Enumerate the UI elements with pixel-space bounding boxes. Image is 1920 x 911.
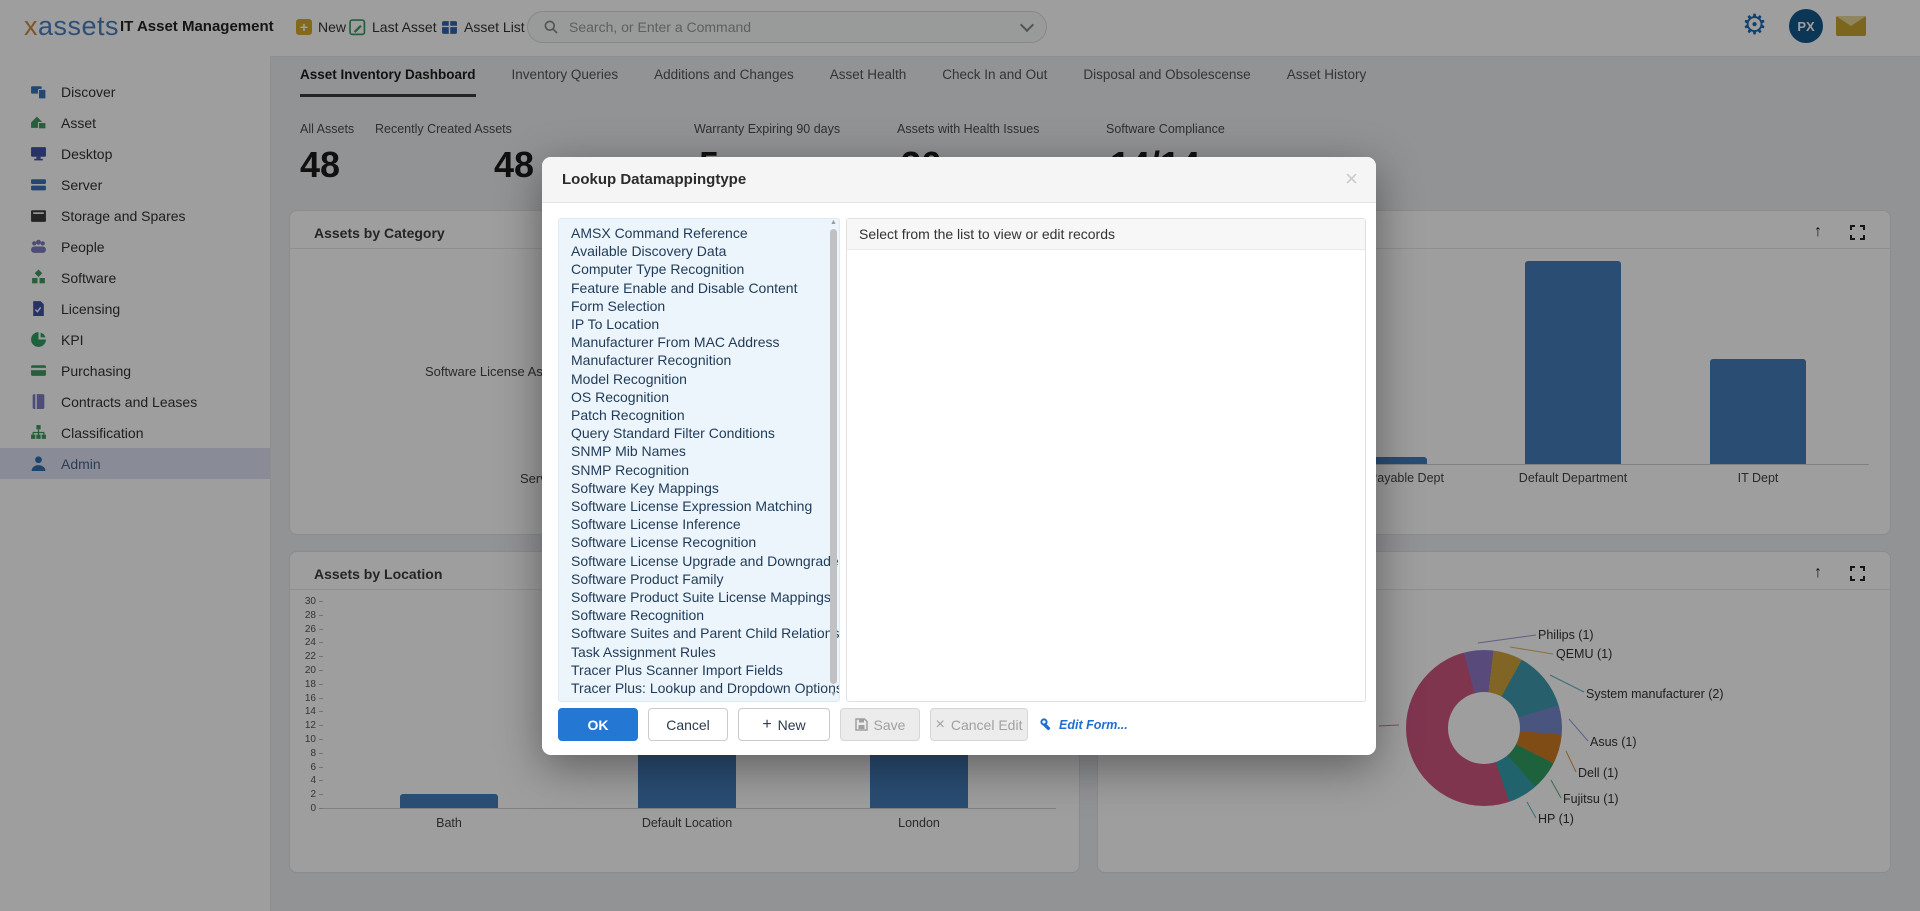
ok-button[interactable]: OK (558, 708, 638, 741)
datamapping-list-item[interactable]: Manufacturer From MAC Address (571, 333, 839, 351)
dialog-title: Lookup Datamappingtype (562, 171, 746, 188)
datamapping-list-item[interactable]: Tracer Plus Scanner Import Fields (571, 661, 839, 679)
datamapping-list-item[interactable]: Form Selection (571, 297, 839, 315)
datamapping-list-item[interactable]: Query Standard Filter Conditions (571, 424, 839, 442)
edit-form-link[interactable]: Edit Form... (1040, 708, 1150, 741)
app-root: xassets IT Asset Management + New Last A… (0, 0, 1920, 911)
datamapping-list-item[interactable]: Computer Type Recognition (571, 260, 839, 278)
datamapping-list-item[interactable]: Patch Recognition (571, 406, 839, 424)
save-icon (855, 718, 868, 731)
datamapping-list-item[interactable]: Tracer Plus: Lookup and Dropdown Options… (571, 679, 839, 697)
save-button[interactable]: Save (840, 708, 920, 741)
datamapping-list-item[interactable]: Tracer Plus: Scanner Import Files (571, 697, 839, 702)
plus-icon: + (762, 716, 771, 734)
datamapping-list-item[interactable]: IP To Location (571, 315, 839, 333)
edit-form-label: Edit Form... (1059, 718, 1128, 732)
wrench-icon (1040, 718, 1053, 731)
datamapping-list-item[interactable]: Software License Upgrade and Downgrade (571, 552, 839, 570)
new-record-button[interactable]: + New (738, 708, 830, 741)
datamapping-list-item[interactable]: Software Key Mappings (571, 479, 839, 497)
datamapping-list-item[interactable]: Available Discovery Data (571, 242, 839, 260)
datamapping-list-item[interactable]: OS Recognition (571, 388, 839, 406)
scroll-up-icon[interactable]: ▲ (830, 219, 837, 226)
datamapping-list-item[interactable]: Task Assignment Rules (571, 643, 839, 661)
datamapping-list-item[interactable]: Software Product Family (571, 570, 839, 588)
cancel-edit-button[interactable]: × Cancel Edit (930, 708, 1028, 741)
datamapping-list-item[interactable]: Software Recognition (571, 606, 839, 624)
datamapping-list-item[interactable]: Software Product Suite License Mappings (571, 588, 839, 606)
new-record-label: New (778, 717, 806, 733)
x-icon: × (936, 716, 945, 734)
datamapping-list-item[interactable]: AMSX Command Reference (571, 224, 839, 242)
close-icon[interactable]: × (1345, 166, 1358, 192)
datamapping-list-item[interactable]: Manufacturer Recognition (571, 351, 839, 369)
record-detail-pane: Select from the list to view or edit rec… (846, 218, 1366, 702)
datamapping-list-item[interactable]: SNMP Mib Names (571, 442, 839, 460)
detail-pane-header: Select from the list to view or edit rec… (847, 219, 1365, 250)
datamapping-list-item[interactable]: Software License Expression Matching (571, 497, 839, 515)
datamapping-list-item[interactable]: Software License Inference (571, 515, 839, 533)
scroll-down-icon[interactable]: ▼ (830, 691, 837, 698)
list-scrollbar[interactable] (830, 229, 837, 684)
cancel-button[interactable]: Cancel (648, 708, 728, 741)
cancel-edit-label: Cancel Edit (951, 717, 1023, 733)
datamapping-list-item[interactable]: SNMP Recognition (571, 461, 839, 479)
datamapping-list-item[interactable]: Software Suites and Parent Child Relatio… (571, 624, 839, 642)
save-label: Save (874, 717, 906, 733)
dialog-titlebar: Lookup Datamappingtype × (542, 157, 1376, 203)
datamapping-list-item[interactable]: Software License Recognition (571, 533, 839, 551)
datamapping-list-item[interactable]: Feature Enable and Disable Content (571, 279, 839, 297)
datamapping-list: AMSX Command ReferenceAvailable Discover… (558, 218, 840, 702)
lookup-datamappingtype-dialog: Lookup Datamappingtype × AMSX Command Re… (542, 157, 1376, 755)
datamapping-list-item[interactable]: Model Recognition (571, 370, 839, 388)
